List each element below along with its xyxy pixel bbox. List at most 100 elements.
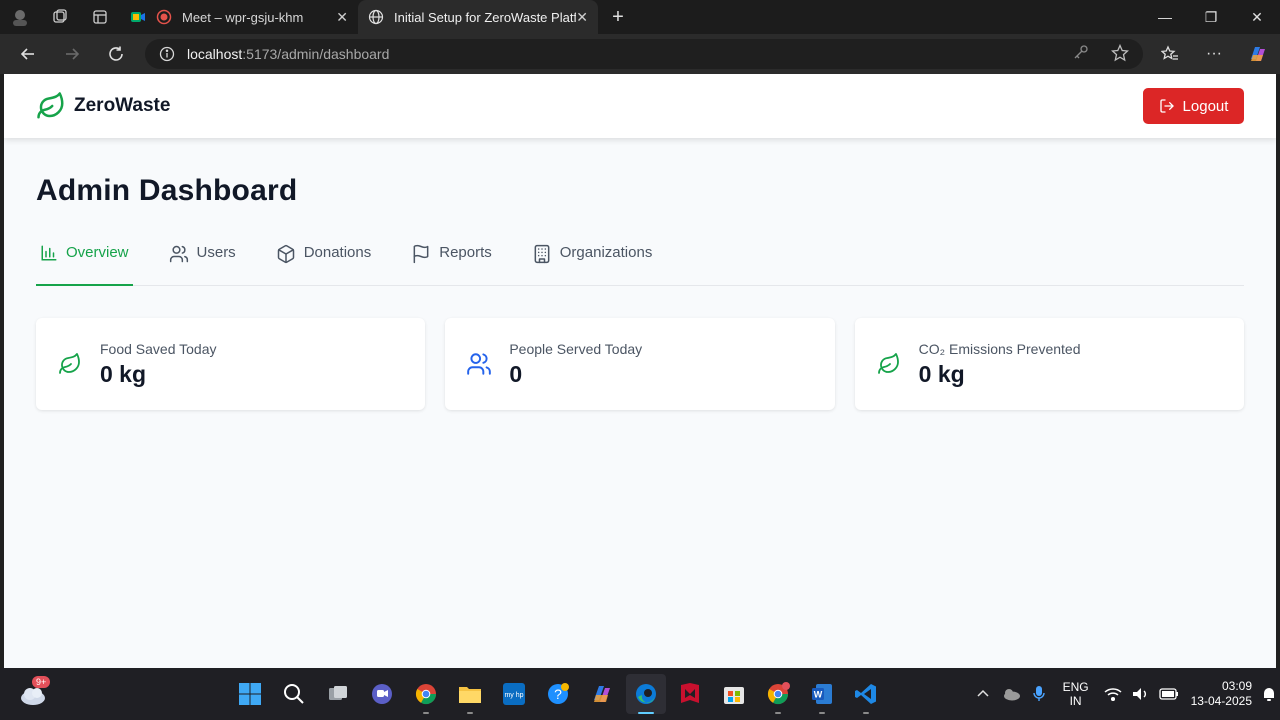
globe-icon	[368, 9, 384, 25]
stat-value: 0	[509, 360, 523, 387]
stat-card-food-saved: Food Saved Today 0 kg	[36, 318, 426, 410]
logout-label: Logout	[1182, 97, 1229, 115]
web-page: ZeroWaste Logout Admin Dashboard Overvie…	[4, 74, 1276, 668]
stat-value: 0 kg	[100, 360, 147, 387]
stat-card-people-served: People Served Today 0	[445, 318, 835, 410]
site-info-icon[interactable]	[159, 46, 175, 62]
key-icon[interactable]	[1073, 44, 1089, 65]
tab-title: Initial Setup for ZeroWaste Platfor	[394, 9, 577, 25]
leaf-icon	[36, 91, 66, 121]
stats-cards: Food Saved Today 0 kg People Served Toda…	[36, 318, 1244, 410]
building-icon	[532, 244, 552, 264]
back-icon[interactable]	[6, 34, 50, 74]
package-icon	[276, 244, 296, 264]
chat-app-icon[interactable]	[362, 674, 402, 714]
copilot-app-icon[interactable]	[582, 674, 622, 714]
tab-label: Reports	[439, 244, 492, 261]
help-icon[interactable]: ?	[538, 674, 578, 714]
chrome-icon[interactable]	[758, 674, 798, 714]
vscode-icon[interactable]	[846, 674, 886, 714]
address-bar[interactable]: localhost:5173/admin/dashboard	[145, 39, 1143, 69]
bar-chart-icon	[40, 244, 58, 262]
app-header: ZeroWaste Logout	[4, 74, 1276, 138]
search-icon[interactable]	[274, 674, 314, 714]
new-tab-icon[interactable]: +	[598, 0, 638, 34]
stat-label: People Served Today	[509, 340, 643, 357]
mcafee-icon[interactable]	[670, 674, 710, 714]
restore-icon[interactable]: ❐	[1188, 0, 1234, 34]
system-tray: ENG IN 03:09 13-04-2025	[969, 668, 1280, 720]
browser-tab-meet[interactable]: Meet – wpr-gsju-khm ✕	[120, 0, 358, 34]
tab-actions-icon[interactable]	[80, 0, 120, 34]
chrome-profile-icon[interactable]	[406, 674, 446, 714]
meet-icon	[130, 9, 146, 25]
tab-label: Overview	[66, 244, 129, 261]
url-path: :5173/admin/dashboard	[242, 46, 390, 62]
clock[interactable]: 03:09 13-04-2025	[1191, 679, 1252, 709]
weather-icon[interactable]: 9+	[18, 676, 51, 708]
store-icon[interactable]	[714, 674, 754, 714]
page-title: Admin Dashboard	[36, 174, 298, 207]
battery-icon[interactable]	[1155, 688, 1183, 700]
weather-badge: 9+	[32, 676, 51, 688]
task-view-icon[interactable]	[318, 674, 358, 714]
flag-icon	[411, 244, 431, 264]
tab-title: Meet – wpr-gsju-khm	[182, 9, 304, 25]
brand[interactable]: ZeroWaste	[36, 91, 170, 121]
notification-icon[interactable]	[1258, 686, 1280, 702]
start-icon[interactable]	[230, 674, 270, 714]
url-host: localhost	[187, 46, 243, 62]
logout-icon	[1159, 98, 1175, 114]
chevron-up-icon[interactable]	[969, 687, 997, 701]
tab-donations[interactable]: Donations	[272, 244, 376, 286]
tab-label: Organizations	[559, 244, 653, 261]
word-icon[interactable]: W	[802, 674, 842, 714]
favorite-star-icon[interactable]	[1110, 43, 1130, 65]
tab-users[interactable]: Users	[165, 244, 240, 286]
leaf-icon	[56, 350, 84, 378]
brand-name: ZeroWaste	[74, 95, 171, 116]
close-tab-icon[interactable]: ✕	[336, 9, 348, 26]
svg-text:W: W	[814, 690, 823, 700]
forward-icon[interactable]	[50, 34, 94, 74]
leaf-icon	[875, 350, 903, 378]
favorites-icon[interactable]	[1148, 45, 1192, 63]
more-options-icon[interactable]: ···	[1192, 45, 1236, 63]
stat-label: Food Saved Today	[100, 340, 217, 357]
taskbar: 9+ my hp ? W ENG IN 03:09 13-04-2025	[0, 668, 1280, 720]
browser-navbar: localhost:5173/admin/dashboard ···	[0, 34, 1280, 74]
stat-label: CO₂ Emissions Prevented	[918, 340, 1081, 357]
close-window-icon[interactable]: ✕	[1234, 0, 1280, 34]
admin-tabs: Overview Users Donations Reports Organiz…	[36, 244, 1244, 286]
copilot-icon[interactable]	[1236, 43, 1280, 65]
recording-icon	[156, 9, 172, 25]
logout-button[interactable]: Logout	[1143, 88, 1244, 124]
tab-reports[interactable]: Reports	[407, 244, 496, 286]
stat-value: 0 kg	[918, 360, 965, 387]
file-explorer-icon[interactable]	[450, 674, 490, 714]
edge-icon[interactable]	[626, 674, 666, 714]
myhp-icon[interactable]: my hp	[494, 674, 534, 714]
browser-tab-zerowaste[interactable]: Initial Setup for ZeroWaste Platfor ✕	[358, 0, 598, 34]
clock-time: 03:09	[1221, 679, 1252, 693]
svg-text:?: ?	[554, 686, 562, 702]
svg-text:my hp: my hp	[504, 692, 523, 699]
users-icon	[465, 350, 493, 378]
stat-card-co2-prevented: CO₂ Emissions Prevented 0 kg	[854, 318, 1244, 410]
volume-icon[interactable]	[1127, 687, 1155, 701]
tab-organizations[interactable]: Organizations	[528, 244, 657, 286]
onedrive-icon[interactable]	[997, 687, 1025, 701]
workspaces-icon[interactable]	[40, 0, 80, 34]
microphone-icon[interactable]	[1025, 685, 1053, 703]
close-tab-icon[interactable]: ✕	[576, 9, 588, 26]
browser-tabstrip: Meet – wpr-gsju-khm ✕ Initial Setup for …	[0, 0, 1280, 34]
profile-icon[interactable]	[0, 0, 40, 34]
refresh-icon[interactable]	[94, 34, 138, 74]
users-icon	[169, 244, 189, 264]
language-indicator[interactable]: ENG IN	[1063, 680, 1089, 708]
tab-label: Donations	[303, 244, 372, 261]
clock-date: 13-04-2025	[1190, 694, 1252, 708]
minimize-icon[interactable]: —	[1142, 0, 1188, 34]
wifi-icon[interactable]	[1099, 687, 1127, 701]
tab-overview[interactable]: Overview	[36, 244, 133, 286]
